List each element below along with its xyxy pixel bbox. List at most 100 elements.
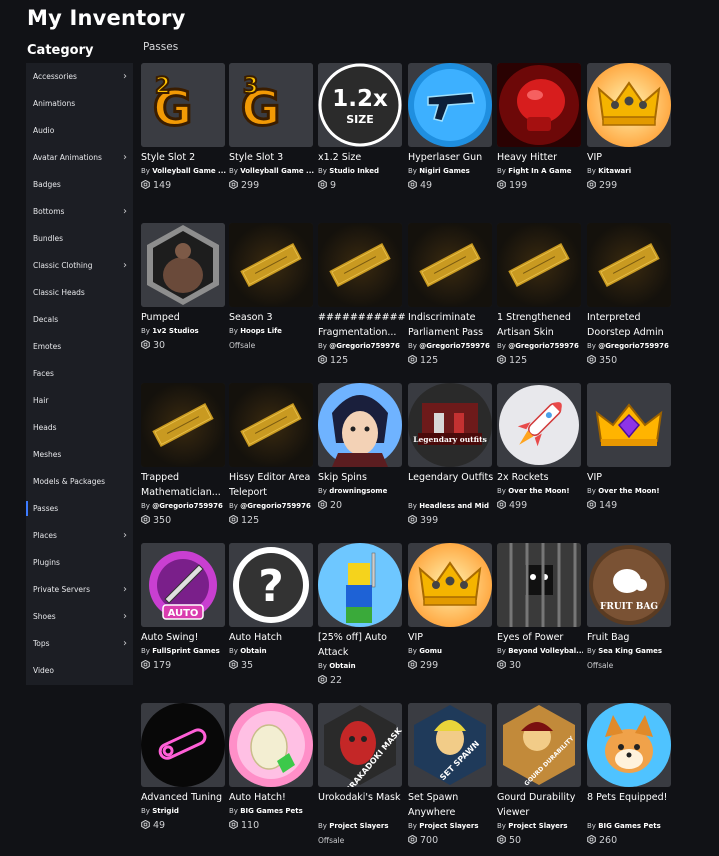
creator-name[interactable]: Gomu [419, 647, 442, 655]
muscle-man-icon[interactable] [141, 223, 225, 307]
pass-card[interactable]: Legendary outfits Legendary Outfits By Hea… [408, 383, 494, 533]
sidebar-item-audio[interactable]: Audio [26, 117, 133, 144]
pass-creator[interactable]: By @Gregorio759976 [587, 342, 673, 350]
pass-creator[interactable]: By drowningsome [318, 487, 404, 495]
boxing-glove-icon[interactable] [497, 63, 581, 147]
pass-card[interactable]: Indiscriminate Parliament Pass By @Gregor… [408, 223, 492, 373]
pass-creator[interactable]: By @Gregorio759976 [497, 342, 583, 350]
legendary-outfits-icon[interactable]: Legendary outfits [408, 383, 492, 467]
pass-name[interactable]: Pumped [141, 310, 231, 325]
pass-name[interactable]: VIP [408, 630, 498, 645]
style-slot-2-icon[interactable]: G2 [141, 63, 225, 147]
laser-gun-icon[interactable] [408, 63, 492, 147]
creator-name[interactable]: @Gregorio759976 [329, 342, 400, 350]
pass-name[interactable]: Skip Spins [318, 470, 408, 485]
creator-name[interactable]: @Gregorio759976 [419, 342, 490, 350]
pass-name[interactable]: 2x Rockets [497, 470, 587, 485]
pass-creator[interactable]: By Beyond Volleybal... [497, 647, 583, 655]
pass-name[interactable]: Heavy Hitter [497, 150, 587, 165]
sidebar-item-avatar-animations[interactable]: Avatar Animations › [26, 144, 133, 171]
pass-creator[interactable]: By Headless and Mid [408, 502, 494, 510]
pass-card[interactable]: 2x Rockets By Over the Moon! 499 [497, 383, 581, 533]
golden-ticket-icon[interactable] [318, 223, 402, 307]
sidebar-item-heads[interactable]: Heads [26, 414, 133, 441]
egg-icon[interactable] [229, 703, 313, 787]
pass-card[interactable]: 8 Pets Equipped! By BIG Games Pets 260 [587, 703, 671, 853]
pass-card[interactable]: GOURD DURABILITY Gourd Durability Viewer B… [497, 703, 581, 853]
sidebar-item-animations[interactable]: Animations [26, 90, 133, 117]
gourd-durability-icon[interactable]: GOURD DURABILITY [497, 703, 581, 787]
creator-name[interactable]: Studio Inked [329, 167, 379, 175]
fruit-bag-icon[interactable]: FRUIT BAG [587, 543, 671, 627]
golden-ticket-icon[interactable] [229, 223, 313, 307]
golden-ticket-icon[interactable] [229, 383, 313, 467]
sidebar-item-places[interactable]: Places › [26, 522, 133, 549]
pass-name[interactable]: Hyperlaser Gun [408, 150, 498, 165]
pass-name[interactable]: VIP [587, 150, 677, 165]
pass-name[interactable]: Fruit Bag [587, 630, 677, 645]
creator-name[interactable]: Over the Moon! [598, 487, 659, 495]
pass-name[interactable]: Set Spawn Anywhere [408, 790, 498, 820]
pass-card[interactable]: Auto Hatch! By BIG Games Pets 110 [229, 703, 313, 853]
sword-noob-icon[interactable] [318, 543, 402, 627]
sidebar-item-meshes[interactable]: Meshes [26, 441, 133, 468]
sidebar-item-video[interactable]: Video [26, 657, 133, 684]
creator-name[interactable]: Strigid [152, 807, 179, 815]
pass-creator[interactable]: By Studio Inked [318, 167, 404, 175]
pass-name[interactable]: Advanced Tuning [141, 790, 231, 805]
creator-name[interactable]: Project Slayers [419, 822, 478, 830]
question-mark-icon[interactable]: ? [229, 543, 313, 627]
creator-name[interactable]: @Gregorio759976 [598, 342, 669, 350]
pass-creator[interactable]: By Obtain [229, 647, 315, 655]
creator-name[interactable]: Project Slayers [329, 822, 388, 830]
pass-creator[interactable]: By Over the Moon! [587, 487, 673, 495]
pass-creator[interactable]: By 1v2 Studios [141, 327, 227, 335]
pass-creator[interactable]: By Volleyball Game ... [141, 167, 227, 175]
pass-creator[interactable]: By Hoops Life [229, 327, 315, 335]
creator-name[interactable]: @Gregorio759976 [152, 502, 223, 510]
pass-creator[interactable]: By FullSprint Games [141, 647, 227, 655]
urokodaki-mask-icon[interactable]: URAKADOKI MASK [318, 703, 402, 787]
pass-name[interactable]: Trapped Mathematician... [141, 470, 231, 500]
creator-name[interactable]: Beyond Volleybal... [508, 647, 583, 655]
pass-card[interactable]: 1 Strengthened Artisan Skin By @Gregorio7… [497, 223, 581, 373]
sidebar-item-tops[interactable]: Tops › [26, 630, 133, 657]
sidebar-item-classic-clothing[interactable]: Classic Clothing › [26, 252, 133, 279]
golden-ticket-icon[interactable] [497, 223, 581, 307]
creator-name[interactable]: Project Slayers [508, 822, 567, 830]
pass-card[interactable]: G 2 Style Slot 2 By Volleyball Game ... 149 [141, 63, 227, 213]
creator-name[interactable]: FullSprint Games [152, 647, 220, 655]
sidebar-item-emotes[interactable]: Emotes [26, 333, 133, 360]
pass-creator[interactable]: By @Gregorio759976 [141, 502, 227, 510]
pass-card[interactable]: URAKADOKI MASK Urokodaki's Mask By Project… [318, 703, 402, 853]
pass-card[interactable]: ? Auto Hatch By Obtain 35 [229, 543, 313, 693]
creator-name[interactable]: @Gregorio759976 [240, 502, 311, 510]
pass-creator[interactable]: By Obtain [318, 662, 404, 670]
pass-creator[interactable]: By Over the Moon! [497, 487, 583, 495]
pass-creator[interactable]: By Fight In A Game [497, 167, 583, 175]
creator-name[interactable]: Headless and Mid [419, 502, 489, 510]
pass-creator[interactable]: By @Gregorio759976 [229, 502, 315, 510]
pass-creator[interactable]: By Kitawari [587, 167, 673, 175]
creator-name[interactable]: Obtain [240, 647, 266, 655]
pass-card[interactable]: 1.2x SIZE x1.2 Size By Studio Inked 9 [318, 63, 402, 213]
size-badge-icon[interactable]: 1.2x SIZE [318, 63, 402, 147]
sidebar-item-shoes[interactable]: Shoes › [26, 603, 133, 630]
pass-creator[interactable]: By Project Slayers [408, 822, 494, 830]
golden-ticket-icon[interactable] [408, 223, 492, 307]
pass-card[interactable]: ########### Fragmentation... By @Gregorio… [318, 223, 406, 373]
pass-name[interactable]: Style Slot 2 [141, 150, 231, 165]
vip-crown-icon[interactable] [408, 543, 492, 627]
pass-card[interactable]: [25% off] Auto Attack By Obtain 22 [318, 543, 402, 693]
sidebar-item-passes[interactable]: Passes [26, 495, 133, 522]
pass-card[interactable]: VIP By Kitawari 299 [587, 63, 671, 213]
anime-character-icon[interactable] [318, 383, 402, 467]
purple-gem-crown-icon[interactable] [587, 383, 671, 467]
sidebar-item-classic-heads[interactable]: Classic Heads [26, 279, 133, 306]
creator-name[interactable]: BIG Games Pets [598, 822, 661, 830]
golden-ticket-icon[interactable] [587, 223, 671, 307]
pass-card[interactable]: Hissy Editor Area Teleport By @Gregorio75… [229, 383, 313, 533]
pass-name[interactable]: Urokodaki's Mask [318, 790, 408, 805]
pass-creator[interactable]: By Volleyball Game ... [229, 167, 315, 175]
pass-name[interactable]: Season 3 [229, 310, 319, 325]
